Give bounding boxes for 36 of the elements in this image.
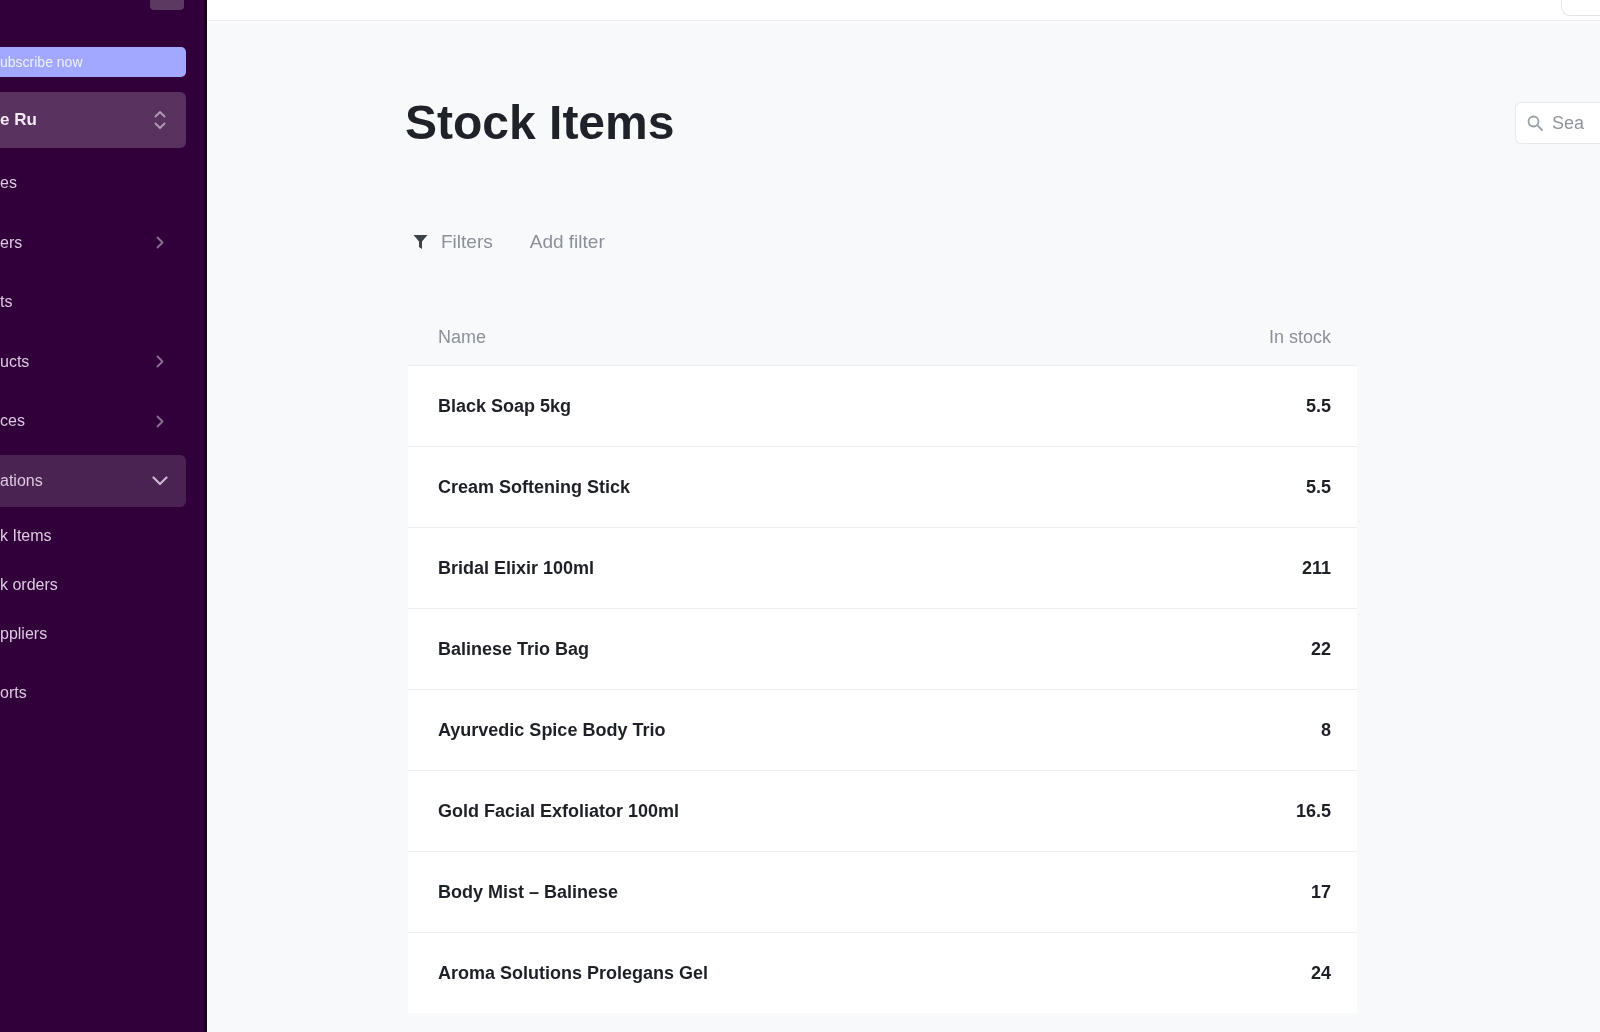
table-cell: 24: [1310, 962, 1331, 984]
table-cell: Body Mist – Balinese: [438, 881, 619, 903]
page-title: Stock Items: [405, 98, 675, 148]
nav-item[interactable]: ers: [0, 216, 186, 269]
header-button[interactable]: [1561, 0, 1600, 16]
nav-subitem[interactable]: ppliers: [0, 609, 186, 659]
search-field[interactable]: Sea: [1515, 102, 1600, 144]
search-icon: [1527, 115, 1543, 131]
column-header: Name: [438, 326, 486, 348]
nav-item[interactable]: orts: [0, 666, 186, 719]
nav-item[interactable]: ucts: [0, 335, 186, 388]
nav-item[interactable]: ces: [0, 395, 186, 448]
nav-subitem[interactable]: k Items: [0, 511, 186, 561]
nav-item[interactable]: ations: [0, 454, 186, 507]
table-cell: Bridal Elixir 100ml: [438, 557, 595, 579]
table-cell: 8: [1321, 719, 1331, 741]
table-cell: 211: [1301, 557, 1331, 579]
nav-subitem[interactable]: k orders: [0, 560, 186, 610]
table-cell: Black Soap 5kg: [438, 395, 572, 417]
nav-item[interactable]: ts: [0, 276, 186, 329]
table-cell: 22: [1310, 638, 1331, 660]
table-cell: 16.5: [1295, 800, 1331, 822]
square-icon: [150, 0, 184, 10]
table-cell: Gold Facial Exfoliator 100ml: [438, 800, 680, 822]
table-cell: Balinese Trio Bag: [438, 638, 590, 660]
table-cell: 5.5: [1305, 476, 1331, 498]
table-cell: Ayurvedic Spice Body Trio: [438, 719, 666, 741]
table-cell: 17: [1310, 881, 1331, 903]
workspace-switcher[interactable]: e Ru: [0, 92, 186, 148]
column-header: In stock: [1268, 326, 1331, 348]
table-cell: 5.5: [1305, 395, 1331, 417]
chevrons-up-down-icon: [154, 110, 166, 130]
table-cell: Cream Softening Stick: [438, 476, 631, 498]
table-cell: Aroma Solutions Prolegans Gel: [438, 962, 709, 984]
nav-item[interactable]: es: [0, 157, 186, 209]
funnel-icon: [413, 234, 428, 250]
